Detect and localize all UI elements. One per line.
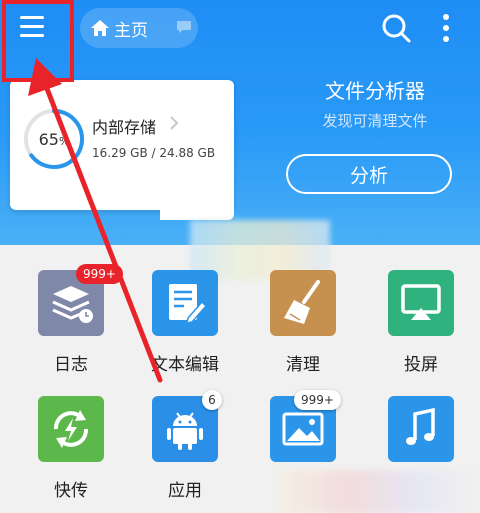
grid-item-images[interactable]: 999+: [248, 390, 358, 512]
search-icon[interactable]: [380, 12, 412, 44]
log-badge: 999+: [76, 264, 123, 284]
music-icon: [406, 407, 435, 445]
text-edit-icon: [169, 284, 208, 324]
grid-item-text-edit[interactable]: 文本编辑: [130, 270, 240, 386]
transfer-tile: [38, 396, 104, 462]
music-tile: [388, 396, 454, 462]
transfer-label: 快传: [54, 481, 88, 501]
grid-item-transfer[interactable]: 快传: [16, 396, 126, 512]
grid-item-log[interactable]: 999+ 日志: [16, 264, 126, 386]
storage-percent-sign: %: [58, 134, 70, 148]
cast-icon: [401, 284, 441, 320]
broom-icon: [284, 280, 320, 324]
text-edit-tile: [152, 270, 218, 336]
more-vert-icon[interactable]: [440, 12, 452, 44]
clean-tile: [270, 270, 336, 336]
images-badge: 999+: [294, 390, 341, 410]
chevron-right-icon: [170, 116, 179, 130]
storage-percent: 65%: [22, 107, 86, 171]
grid-item-music[interactable]: [366, 396, 476, 512]
text-edit-label: 文本编辑: [151, 355, 219, 375]
storage-card[interactable]: 65% 内部存储 16.29 GB / 24.88 GB: [10, 80, 234, 220]
grid-item-apps[interactable]: 6 应用: [130, 390, 240, 512]
storage-title: 内部存储: [92, 118, 157, 137]
grid-item-cast[interactable]: 投屏: [366, 270, 476, 386]
analyzer-subtitle: 发现可清理文件: [322, 112, 428, 130]
storage-percent-value: 65: [38, 129, 59, 149]
analyzer-title: 文件分析器: [325, 79, 425, 103]
home-icon: [91, 20, 109, 36]
chat-icon: [177, 21, 191, 33]
analyze-button[interactable]: 分析: [286, 154, 452, 194]
cast-label: 投屏: [404, 355, 438, 375]
transfer-icon: [54, 410, 88, 448]
log-label: 日志: [54, 355, 88, 375]
highlight-box: [2, 0, 74, 82]
apps-badge: 6: [202, 390, 222, 410]
storage-size: 16.29 GB / 24.88 GB: [92, 146, 216, 160]
storage-card-tab: [160, 200, 234, 220]
home-label: 主页: [114, 20, 148, 41]
home-breadcrumb[interactable]: 主页: [80, 8, 198, 48]
grid-item-clean[interactable]: 清理: [248, 270, 358, 386]
apps-label: 应用: [168, 481, 202, 501]
cast-tile: [388, 270, 454, 336]
clean-label: 清理: [286, 355, 320, 375]
